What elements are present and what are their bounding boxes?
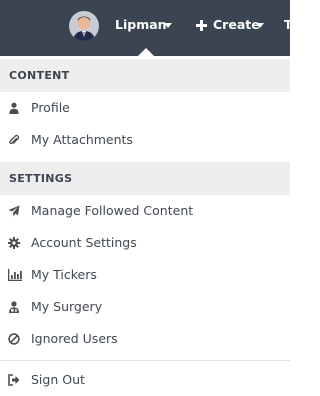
menu-item-label: Profile <box>31 100 70 115</box>
menu-divider <box>0 360 290 361</box>
menu-item-my-surgery[interactable]: My Surgery <box>0 291 290 323</box>
user-avatar[interactable] <box>69 11 99 41</box>
menu-item-my-attachments[interactable]: My Attachments <box>0 124 290 156</box>
gear-icon <box>8 237 20 249</box>
overflow-nav-icon[interactable]: T <box>284 18 292 32</box>
plus-icon[interactable] <box>196 20 207 31</box>
menu-item-ignored-users[interactable]: Ignored Users <box>0 323 290 355</box>
menu-item-sign-out[interactable]: Sign Out <box>0 364 290 396</box>
user-dropdown-menu: CONTENT Profile My Attachments SETTINGS … <box>0 59 290 396</box>
menu-item-my-tickers[interactable]: My Tickers <box>0 259 290 291</box>
create-menu-caret-down-icon[interactable] <box>256 23 264 28</box>
menu-item-label: Ignored Users <box>31 331 118 346</box>
dropdown-pointer <box>138 48 154 56</box>
menu-item-label: Manage Followed Content <box>31 203 194 218</box>
section-header-settings: SETTINGS <box>0 162 290 195</box>
user-icon <box>8 102 20 114</box>
ban-icon <box>8 333 20 345</box>
user-menu-name[interactable]: Lipman <box>115 17 167 33</box>
user-menu-caret-down-icon[interactable] <box>164 23 172 28</box>
menu-item-label: Account Settings <box>31 235 137 250</box>
menu-item-profile[interactable]: Profile <box>0 92 290 124</box>
menu-item-label: My Attachments <box>31 132 133 147</box>
menu-item-label: My Surgery <box>31 299 103 314</box>
top-navbar: Lipman Create T <box>0 0 292 56</box>
doctor-icon <box>8 301 20 313</box>
create-menu-label[interactable]: Create <box>213 17 260 33</box>
sign-out-icon <box>8 374 20 386</box>
section-header-content: CONTENT <box>0 59 290 92</box>
paper-plane-icon <box>8 205 20 217</box>
paperclip-icon <box>8 134 20 146</box>
bar-chart-icon <box>8 269 22 281</box>
menu-item-account-settings[interactable]: Account Settings <box>0 227 290 259</box>
menu-item-label: Sign Out <box>31 372 85 387</box>
menu-item-manage-followed-content[interactable]: Manage Followed Content <box>0 195 290 227</box>
menu-item-label: My Tickers <box>31 267 97 282</box>
